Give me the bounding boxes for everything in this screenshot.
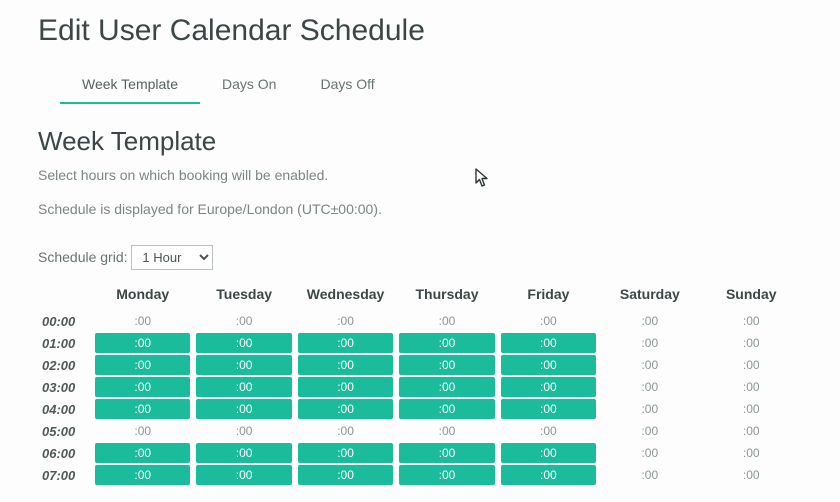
schedule-slot[interactable]: :00: [399, 443, 494, 463]
schedule-slot[interactable]: :00: [298, 311, 393, 331]
tab-week-template[interactable]: Week Template: [60, 68, 200, 104]
schedule-slot[interactable]: :00: [298, 355, 393, 375]
day-header: Monday: [92, 282, 193, 310]
schedule-row: 00:00:00:00:00:00:00:00:00: [38, 310, 802, 332]
schedule-slot[interactable]: :00: [704, 399, 799, 419]
time-label: 05:00: [38, 420, 92, 442]
tab-days-off[interactable]: Days Off: [298, 68, 396, 104]
time-label: 07:00: [38, 464, 92, 486]
day-header: Thursday: [396, 282, 497, 310]
schedule-slot[interactable]: :00: [501, 377, 596, 397]
day-header: Friday: [498, 282, 599, 310]
schedule-slot[interactable]: :00: [704, 355, 799, 375]
schedule-row: 05:00:00:00:00:00:00:00:00: [38, 420, 802, 442]
schedule-slot[interactable]: :00: [501, 355, 596, 375]
schedule-slot[interactable]: :00: [602, 465, 697, 485]
schedule-grid-control: Schedule grid: 1 Hour: [38, 245, 802, 270]
day-header: Saturday: [599, 282, 700, 310]
schedule-slot[interactable]: :00: [95, 355, 190, 375]
schedule-slot[interactable]: :00: [95, 311, 190, 331]
schedule-row: 02:00:00:00:00:00:00:00:00: [38, 354, 802, 376]
schedule-slot[interactable]: :00: [704, 377, 799, 397]
schedule-slot[interactable]: :00: [298, 465, 393, 485]
schedule-slot[interactable]: :00: [704, 311, 799, 331]
schedule-slot[interactable]: :00: [196, 311, 291, 331]
schedule-slot[interactable]: :00: [399, 465, 494, 485]
schedule-slot[interactable]: :00: [196, 377, 291, 397]
schedule-slot[interactable]: :00: [399, 311, 494, 331]
schedule-slot[interactable]: :00: [95, 465, 190, 485]
schedule-slot[interactable]: :00: [399, 377, 494, 397]
time-label: 06:00: [38, 442, 92, 464]
day-header: Wednesday: [295, 282, 396, 310]
schedule-slot[interactable]: :00: [196, 465, 291, 485]
schedule-slot[interactable]: :00: [95, 421, 190, 441]
schedule-slot[interactable]: :00: [196, 333, 291, 353]
schedule-row: 01:00:00:00:00:00:00:00:00: [38, 332, 802, 354]
schedule-slot[interactable]: :00: [399, 355, 494, 375]
schedule-slot[interactable]: :00: [602, 443, 697, 463]
schedule-slot[interactable]: :00: [501, 333, 596, 353]
schedule-slot[interactable]: :00: [602, 333, 697, 353]
schedule-slot[interactable]: :00: [704, 465, 799, 485]
page-title: Edit User Calendar Schedule: [38, 14, 802, 48]
schedule-slot[interactable]: :00: [501, 399, 596, 419]
schedule-slot[interactable]: :00: [298, 443, 393, 463]
schedule-slot[interactable]: :00: [196, 355, 291, 375]
schedule-slot[interactable]: :00: [501, 311, 596, 331]
day-header: Sunday: [701, 282, 802, 310]
schedule-slot[interactable]: :00: [399, 333, 494, 353]
schedule-row: 03:00:00:00:00:00:00:00:00: [38, 376, 802, 398]
schedule-slot[interactable]: :00: [196, 399, 291, 419]
schedule-slot[interactable]: :00: [602, 355, 697, 375]
schedule-slot[interactable]: :00: [704, 443, 799, 463]
time-label: 02:00: [38, 354, 92, 376]
time-label: 00:00: [38, 310, 92, 332]
schedule-table: MondayTuesdayWednesdayThursdayFridaySatu…: [38, 282, 802, 486]
time-label: 03:00: [38, 376, 92, 398]
schedule-slot[interactable]: :00: [95, 399, 190, 419]
helper-text: Select hours on which booking will be en…: [38, 167, 802, 183]
schedule-slot[interactable]: :00: [704, 421, 799, 441]
schedule-slot[interactable]: :00: [95, 443, 190, 463]
time-label: 01:00: [38, 332, 92, 354]
schedule-grid-label: Schedule grid:: [38, 249, 128, 265]
schedule-slot[interactable]: :00: [501, 421, 596, 441]
schedule-slot[interactable]: :00: [602, 377, 697, 397]
schedule-grid-select[interactable]: 1 Hour: [131, 245, 213, 270]
schedule-slot[interactable]: :00: [704, 333, 799, 353]
schedule-slot[interactable]: :00: [602, 399, 697, 419]
schedule-slot[interactable]: :00: [298, 333, 393, 353]
day-header: Tuesday: [193, 282, 294, 310]
schedule-slot[interactable]: :00: [602, 311, 697, 331]
schedule-slot[interactable]: :00: [95, 377, 190, 397]
schedule-slot[interactable]: :00: [298, 399, 393, 419]
schedule-row: 07:00:00:00:00:00:00:00:00: [38, 464, 802, 486]
schedule-slot[interactable]: :00: [501, 443, 596, 463]
schedule-slot[interactable]: :00: [399, 421, 494, 441]
timezone-note: Schedule is displayed for Europe/London …: [38, 201, 802, 217]
schedule-row: 06:00:00:00:00:00:00:00:00: [38, 442, 802, 464]
tab-days-on[interactable]: Days On: [200, 68, 298, 104]
schedule-slot[interactable]: :00: [196, 421, 291, 441]
schedule-slot[interactable]: :00: [196, 443, 291, 463]
schedule-slot[interactable]: :00: [95, 333, 190, 353]
schedule-slot[interactable]: :00: [501, 465, 596, 485]
schedule-slot[interactable]: :00: [399, 399, 494, 419]
time-label: 04:00: [38, 398, 92, 420]
schedule-row: 04:00:00:00:00:00:00:00:00: [38, 398, 802, 420]
schedule-slot[interactable]: :00: [602, 421, 697, 441]
tab-bar: Week TemplateDays OnDays Off: [60, 68, 802, 104]
schedule-slot[interactable]: :00: [298, 377, 393, 397]
section-title: Week Template: [38, 126, 802, 157]
schedule-slot[interactable]: :00: [298, 421, 393, 441]
